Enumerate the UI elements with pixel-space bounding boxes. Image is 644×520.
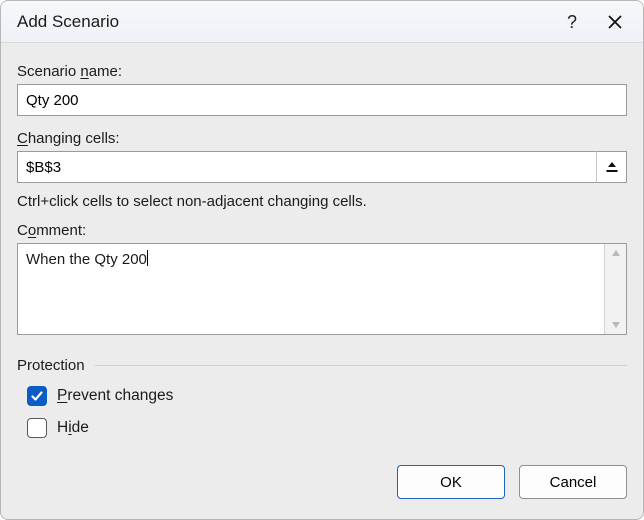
help-button[interactable]: ?	[549, 3, 593, 41]
close-icon	[607, 14, 623, 30]
hide-checkbox[interactable]	[27, 418, 47, 438]
changing-cells-input[interactable]	[17, 151, 597, 183]
scenario-name-input[interactable]	[17, 84, 627, 116]
prevent-changes-label: Prevent changes	[57, 387, 173, 405]
prevent-changes-checkbox[interactable]	[27, 386, 47, 406]
scenario-name-label: Scenario name:	[17, 63, 627, 80]
hide-label: Hide	[57, 419, 89, 437]
divider	[95, 365, 627, 366]
close-button[interactable]	[593, 3, 637, 41]
dialog-body: Scenario name: Changing cells: Ctrl+clic…	[1, 43, 643, 455]
scroll-up-icon	[610, 248, 622, 258]
add-scenario-dialog: Add Scenario ? Scenario name: Changing c…	[0, 0, 644, 520]
checkmark-icon	[30, 389, 44, 403]
collapse-icon	[604, 159, 620, 175]
svg-text:?: ?	[567, 12, 577, 32]
protection-header: Protection	[17, 357, 627, 374]
dialog-footer: OK Cancel	[1, 455, 643, 519]
collapse-dialog-button[interactable]	[597, 151, 627, 183]
help-icon: ?	[564, 12, 578, 32]
comment-textarea[interactable]: When the Qty 200	[18, 244, 604, 334]
dialog-title: Add Scenario	[17, 12, 119, 32]
comment-field-wrap: When the Qty 200	[17, 243, 627, 335]
comment-label: Comment:	[17, 222, 627, 239]
scroll-down-icon	[610, 320, 622, 330]
changing-cells-label: Changing cells:	[17, 130, 627, 147]
protection-header-label: Protection	[17, 357, 85, 374]
comment-scrollbar[interactable]	[604, 244, 626, 334]
hide-row[interactable]: Hide	[27, 418, 627, 438]
changing-cells-hint: Ctrl+click cells to select non-adjacent …	[17, 193, 627, 210]
prevent-changes-row[interactable]: Prevent changes	[27, 386, 627, 406]
cancel-button[interactable]: Cancel	[519, 465, 627, 499]
ok-button[interactable]: OK	[397, 465, 505, 499]
titlebar: Add Scenario ?	[1, 1, 643, 43]
changing-cells-row	[17, 151, 627, 183]
